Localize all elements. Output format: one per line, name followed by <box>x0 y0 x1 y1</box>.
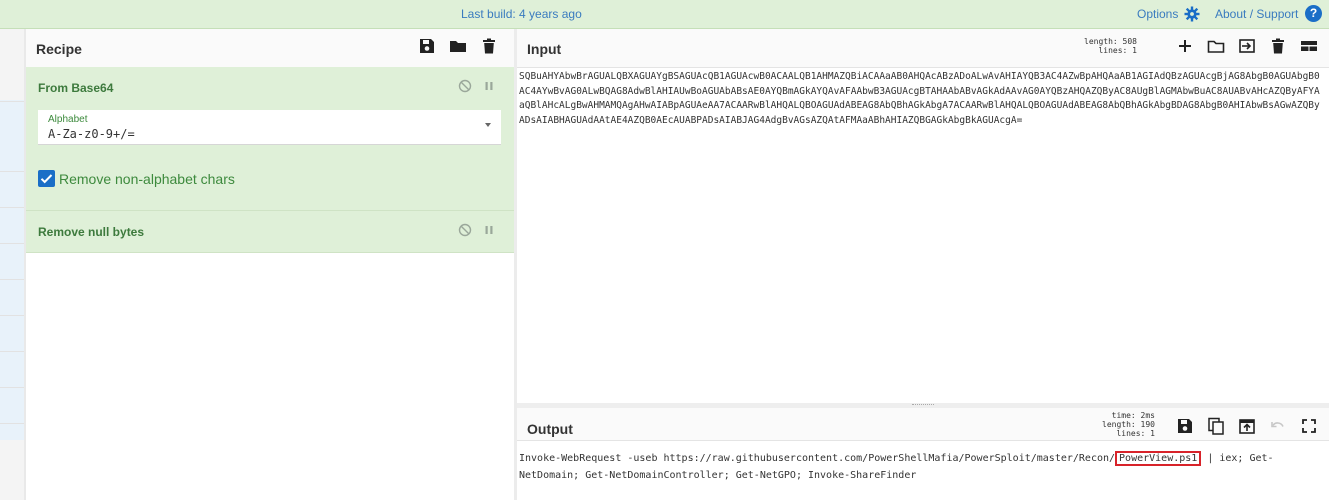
recipe-title: Recipe <box>36 41 82 57</box>
folder-icon[interactable] <box>449 37 467 55</box>
save-icon[interactable] <box>418 37 436 55</box>
operations-row <box>0 315 24 352</box>
operations-row <box>0 135 24 172</box>
pause-icon[interactable] <box>482 79 496 93</box>
operations-row <box>0 65 24 102</box>
output-header: Output time: 2ms length: 190 lines: 1 <box>517 408 1329 441</box>
time-value: 2ms <box>1140 411 1155 420</box>
checkbox-checked[interactable] <box>38 170 55 187</box>
operations-panel-edge <box>0 29 25 500</box>
last-build-text: Last build: 4 years ago <box>461 7 582 21</box>
output-text[interactable]: Invoke-WebRequest -useb https://raw.gith… <box>519 450 1319 484</box>
import-icon[interactable] <box>1238 37 1256 55</box>
operation-remove-null-bytes[interactable]: Remove null bytes <box>26 211 514 253</box>
output-stats: time: 2ms length: 190 lines: 1 <box>1095 411 1155 438</box>
alphabet-select[interactable]: Alphabet A-Za-z0-9+/= <box>38 110 501 145</box>
disable-icon[interactable] <box>458 223 472 237</box>
alphabet-value: A-Za-z0-9+/= <box>48 127 135 141</box>
lines-value: 1 <box>1150 429 1155 438</box>
operations-row <box>0 279 24 316</box>
input-panel: Input length: 508 lines: 1 SQBuAHYAbwBrA… <box>517 29 1329 403</box>
checkbox-label[interactable]: Remove non-alphabet chars <box>59 171 235 187</box>
operations-row <box>0 243 24 280</box>
plus-icon[interactable] <box>1176 37 1194 55</box>
undo-icon[interactable] <box>1269 417 1287 435</box>
lines-value: 1 <box>1132 46 1137 55</box>
lines-label: lines: <box>1098 46 1128 55</box>
layout-icon[interactable] <box>1300 37 1318 55</box>
length-label: length: <box>1084 37 1118 46</box>
input-stats: length: 508 lines: 1 <box>1077 37 1137 55</box>
last-build-label: Last build: <box>461 7 520 21</box>
output-panel: Output time: 2ms length: 190 lines: 1 In… <box>517 408 1329 500</box>
operations-row <box>0 171 24 208</box>
recipe-header: Recipe <box>26 29 514 68</box>
length-value: 190 <box>1140 420 1155 429</box>
recipe-panel: Recipe From Base64 Alphabet A-Za-z0-9+/= <box>26 29 515 500</box>
folder-icon[interactable] <box>1207 37 1225 55</box>
maximise-icon[interactable] <box>1300 417 1318 435</box>
options-link[interactable]: Options <box>1137 7 1178 21</box>
copy-icon[interactable] <box>1207 417 1225 435</box>
length-label: length: <box>1102 420 1136 429</box>
resize-grip[interactable] <box>912 404 934 407</box>
pause-icon[interactable] <box>482 223 496 237</box>
operations-row <box>0 351 24 388</box>
output-text-before: Invoke-WebRequest -useb https://raw.gith… <box>519 453 1116 464</box>
input-title: Input <box>527 41 562 57</box>
top-banner: Last build: 4 years ago Options About / … <box>0 0 1329 29</box>
last-build-value: 4 years ago <box>519 7 582 21</box>
operations-row <box>0 387 24 424</box>
about-support-link[interactable]: About / Support <box>1215 7 1298 21</box>
disable-icon[interactable] <box>458 79 472 93</box>
length-value: 508 <box>1122 37 1137 46</box>
operation-from-base64[interactable]: From Base64 Alphabet A-Za-z0-9+/= Remove… <box>26 67 514 211</box>
gear-icon[interactable] <box>1184 6 1200 22</box>
save-icon[interactable] <box>1176 417 1194 435</box>
operation-title: From Base64 <box>38 81 114 95</box>
input-textarea[interactable]: SQBuAHYAbwBrAGUALQBXAGUAYgBSAGUAcQB1AGUA… <box>519 70 1325 128</box>
trash-icon[interactable] <box>480 37 498 55</box>
operation-title: Remove null bytes <box>38 225 145 239</box>
replace-input-icon[interactable] <box>1238 417 1256 435</box>
time-label: time: <box>1111 411 1136 420</box>
input-header: Input length: 508 lines: 1 <box>517 29 1329 68</box>
operations-row <box>0 207 24 244</box>
help-icon[interactable]: ? <box>1305 5 1322 22</box>
chevron-down-icon[interactable] <box>485 123 491 127</box>
output-title: Output <box>527 421 573 437</box>
lines-label: lines: <box>1116 429 1146 438</box>
highlighted-filename: PowerView.ps1 <box>1115 451 1202 466</box>
alphabet-label: Alphabet <box>48 114 88 125</box>
trash-icon[interactable] <box>1269 37 1287 55</box>
